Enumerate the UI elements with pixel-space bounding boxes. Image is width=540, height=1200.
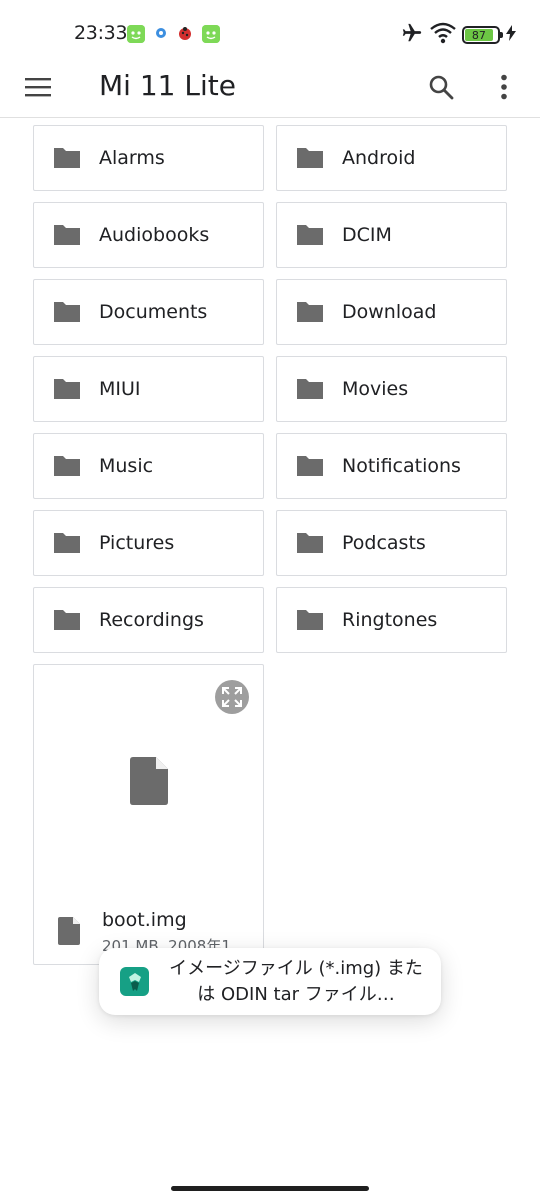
folder-icon — [297, 610, 323, 630]
folder-item-recordings[interactable]: Recordings — [33, 587, 264, 653]
folder-item-miui[interactable]: MIUI — [33, 356, 264, 422]
folder-item-pictures[interactable]: Pictures — [33, 510, 264, 576]
folder-item-download[interactable]: Download — [276, 279, 507, 345]
page-title: Mi 11 Lite — [99, 69, 236, 102]
more-vert-icon — [501, 74, 507, 100]
more-options-button[interactable] — [482, 65, 526, 109]
menu-icon — [25, 78, 51, 97]
folder-item-movies[interactable]: Movies — [276, 356, 507, 422]
folder-icon — [54, 610, 80, 630]
folder-item-dcim[interactable]: DCIM — [276, 202, 507, 268]
charging-icon — [506, 25, 516, 45]
folder-label: Android — [342, 147, 416, 169]
expand-icon — [222, 687, 242, 707]
folder-label: Recordings — [99, 609, 204, 631]
file-name: boot.img — [102, 909, 187, 931]
folder-icon — [297, 225, 323, 245]
folder-icon — [54, 148, 80, 168]
folder-item-audiobooks[interactable]: Audiobooks — [33, 202, 264, 268]
app-icon — [120, 967, 149, 996]
folder-label: DCIM — [342, 224, 392, 246]
folder-item-ringtones[interactable]: Ringtones — [276, 587, 507, 653]
search-icon — [429, 75, 454, 100]
folder-icon — [54, 225, 80, 245]
folder-label: Ringtones — [342, 609, 438, 631]
folder-label: Movies — [342, 378, 409, 400]
toast-text: イメージファイル (*.img) または ODIN tar ファイル… — [169, 958, 423, 1005]
file-thumbnail-icon — [130, 757, 168, 805]
app-bar: Mi 11 Lite — [0, 56, 540, 118]
folder-label: Podcasts — [342, 532, 426, 554]
preview-expand-button[interactable] — [215, 680, 249, 714]
folder-label: Music — [99, 455, 154, 477]
ladybug-notification-icon — [177, 25, 195, 43]
home-indicator[interactable] — [171, 1186, 369, 1191]
folder-label: MIUI — [99, 378, 141, 400]
folder-icon — [54, 379, 80, 399]
folder-label: Notifications — [342, 455, 461, 477]
airplane-mode-icon — [400, 22, 424, 48]
folder-icon — [54, 456, 80, 476]
folder-label: Download — [342, 301, 437, 323]
menu-button[interactable] — [16, 65, 60, 109]
battery-level: 87 — [465, 29, 493, 42]
folder-icon — [297, 302, 323, 322]
folder-icon — [297, 533, 323, 553]
wifi-icon — [430, 22, 456, 48]
folder-icon — [297, 456, 323, 476]
status-time: 23:33 — [74, 22, 128, 44]
folder-item-notifications[interactable]: Notifications — [276, 433, 507, 499]
file-icon — [58, 917, 80, 945]
folder-label: Pictures — [99, 532, 175, 554]
folder-label: Alarms — [99, 147, 165, 169]
folder-icon — [297, 379, 323, 399]
folder-item-alarms[interactable]: Alarms — [33, 125, 264, 191]
search-button[interactable] — [419, 65, 463, 109]
folder-label: Audiobooks — [99, 224, 210, 246]
folder-item-music[interactable]: Music — [33, 433, 264, 499]
folder-item-documents[interactable]: Documents — [33, 279, 264, 345]
status-right-group: 87 — [400, 22, 516, 48]
folder-item-podcasts[interactable]: Podcasts — [276, 510, 507, 576]
file-item-boot-img[interactable]: boot.img 201 MB, 2008年1 — [33, 664, 264, 965]
folder-label: Documents — [99, 301, 208, 323]
folder-item-android[interactable]: Android — [276, 125, 507, 191]
notification-app-icon — [127, 25, 145, 43]
folder-icon — [54, 302, 80, 322]
settings-notification-icon — [153, 25, 171, 43]
toast-message: イメージファイル (*.img) または ODIN tar ファイル… — [99, 948, 441, 1015]
folder-icon — [54, 533, 80, 553]
notification-app-icon — [202, 25, 220, 43]
battery-icon: 87 — [462, 26, 503, 44]
file-grid: Alarms Android Audiobooks DCIM Documents… — [33, 125, 507, 965]
folder-icon — [297, 148, 323, 168]
